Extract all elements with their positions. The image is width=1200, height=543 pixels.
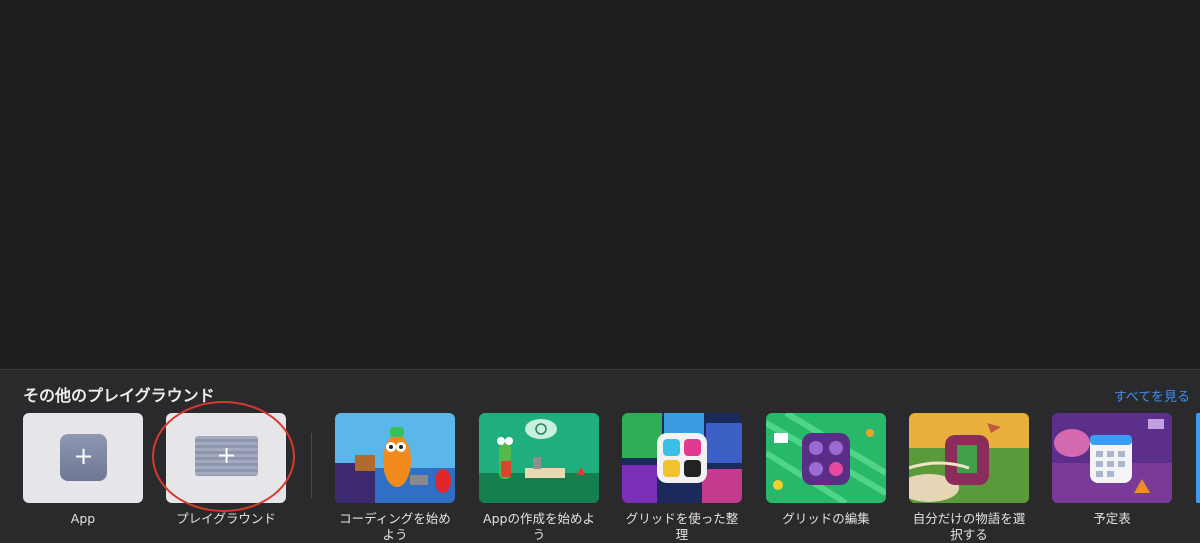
storybook-illustration-icon [909,413,1029,503]
grid-app-icon [622,413,742,503]
template-label: 自分だけの物語を選択する [912,511,1026,542]
calendar-illustration-icon [1052,413,1172,503]
see-all-link[interactable]: すべてを見る [1114,386,1190,405]
new-app-thumbnail[interactable]: + [23,413,143,503]
main-canvas-area [0,0,1200,369]
new-app-label: App [70,511,96,526]
plus-icon: + [60,434,107,481]
more-playgrounds-panel: その他のプレイグラウンド すべてを見る + App + プレイグラウンド コーデ… [0,369,1200,543]
template-tile-planner[interactable]: 予定表 [1052,413,1172,527]
new-app-tile[interactable]: + App [23,413,143,527]
template-thumbnail[interactable] [1052,413,1172,503]
template-label: グリッドの編集 [782,511,870,526]
template-label: グリッドを使った整理 [625,511,739,542]
template-thumbnail[interactable] [479,413,599,503]
template-tile-choose-your-story[interactable]: 自分だけの物語を選択する [909,413,1029,543]
template-tile-editing-grids[interactable]: グリッドの編集 [766,413,886,527]
template-label: コーディングを始めよう [339,511,451,542]
new-playground-label: プレイグラウンド [176,511,276,526]
template-tile-get-started-apps[interactable]: Appの作成を始めよう [479,413,599,543]
template-thumbnail[interactable] [909,413,1029,503]
character-illustration-icon [479,413,599,503]
template-label: 予定表 [1093,511,1131,526]
grid-app-icon [766,413,886,503]
section-divider [311,433,312,498]
annotation-circle [152,401,295,512]
template-tile-get-started-coding[interactable]: コーディングを始めよう [335,413,455,543]
template-thumbnail[interactable] [335,413,455,503]
section-title: その他のプレイグラウンド [23,386,215,405]
template-thumbnail[interactable] [622,413,742,503]
template-tile-organizing-grids[interactable]: グリッドを使った整理 [622,413,742,543]
template-label: Appの作成を始めよう [483,511,595,542]
next-template-peek[interactable] [1196,413,1200,503]
template-thumbnail[interactable] [766,413,886,503]
character-illustration-icon [335,413,455,503]
